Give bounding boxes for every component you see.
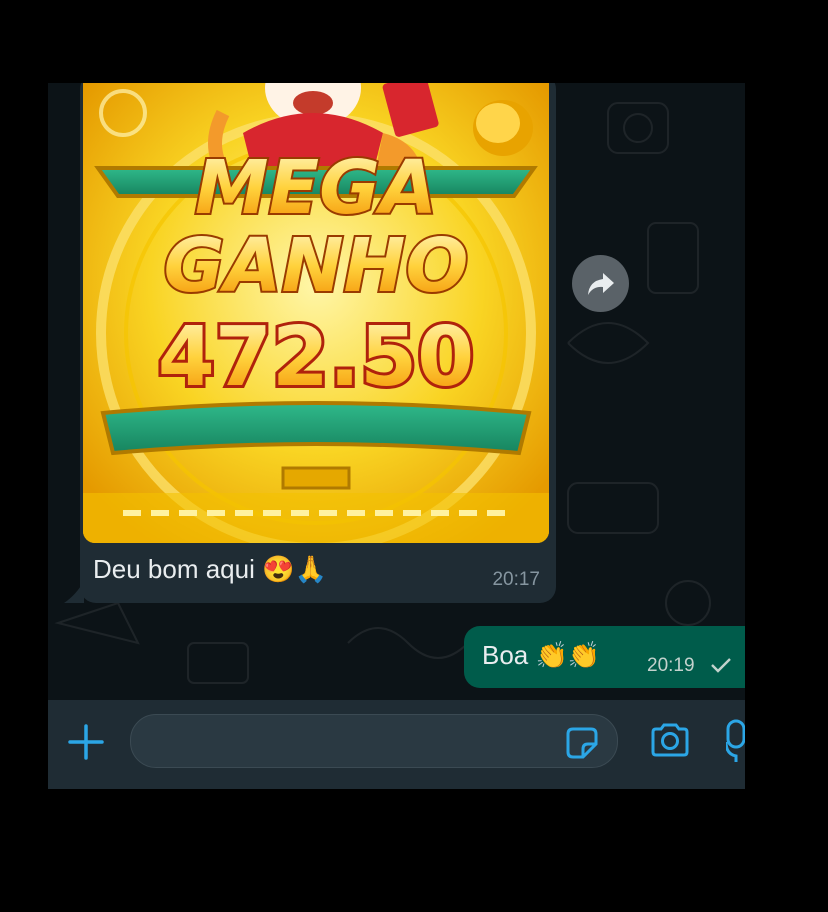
outgoing-timestamp: 20:19 [647,655,695,676]
message-input[interactable] [130,714,618,768]
message-timestamp: 20:17 [492,569,540,590]
win-title-line2: GANHO [164,223,469,309]
forward-icon [587,272,614,295]
message-caption: Deu bom aqui 😍🙏 [93,554,327,584]
mega-win-image: MEGA GANHO 472.50 [83,83,549,543]
bubble-tail [64,581,84,603]
chat-area: MEGA GANHO 472.50 Deu bom aqui 😍🙏 20:17 … [48,83,745,700]
outgoing-message[interactable]: Boa 👏👏 20:19 [464,626,745,688]
outgoing-message-text: Boa 👏👏 [482,640,601,670]
message-image[interactable]: MEGA GANHO 472.50 [83,83,549,543]
camera-icon[interactable] [649,722,691,758]
win-amount: 472.50 [158,310,474,405]
read-check-icon [711,658,731,673]
incoming-message[interactable]: MEGA GANHO 472.50 Deu bom aqui 😍🙏 20:17 [64,83,556,603]
message-composer [48,700,745,789]
forward-button[interactable] [572,255,629,312]
microphone-icon[interactable] [726,718,745,764]
win-title-line1: MEGA [195,145,437,231]
plus-icon[interactable] [66,722,106,762]
sticker-icon[interactable] [565,726,599,760]
